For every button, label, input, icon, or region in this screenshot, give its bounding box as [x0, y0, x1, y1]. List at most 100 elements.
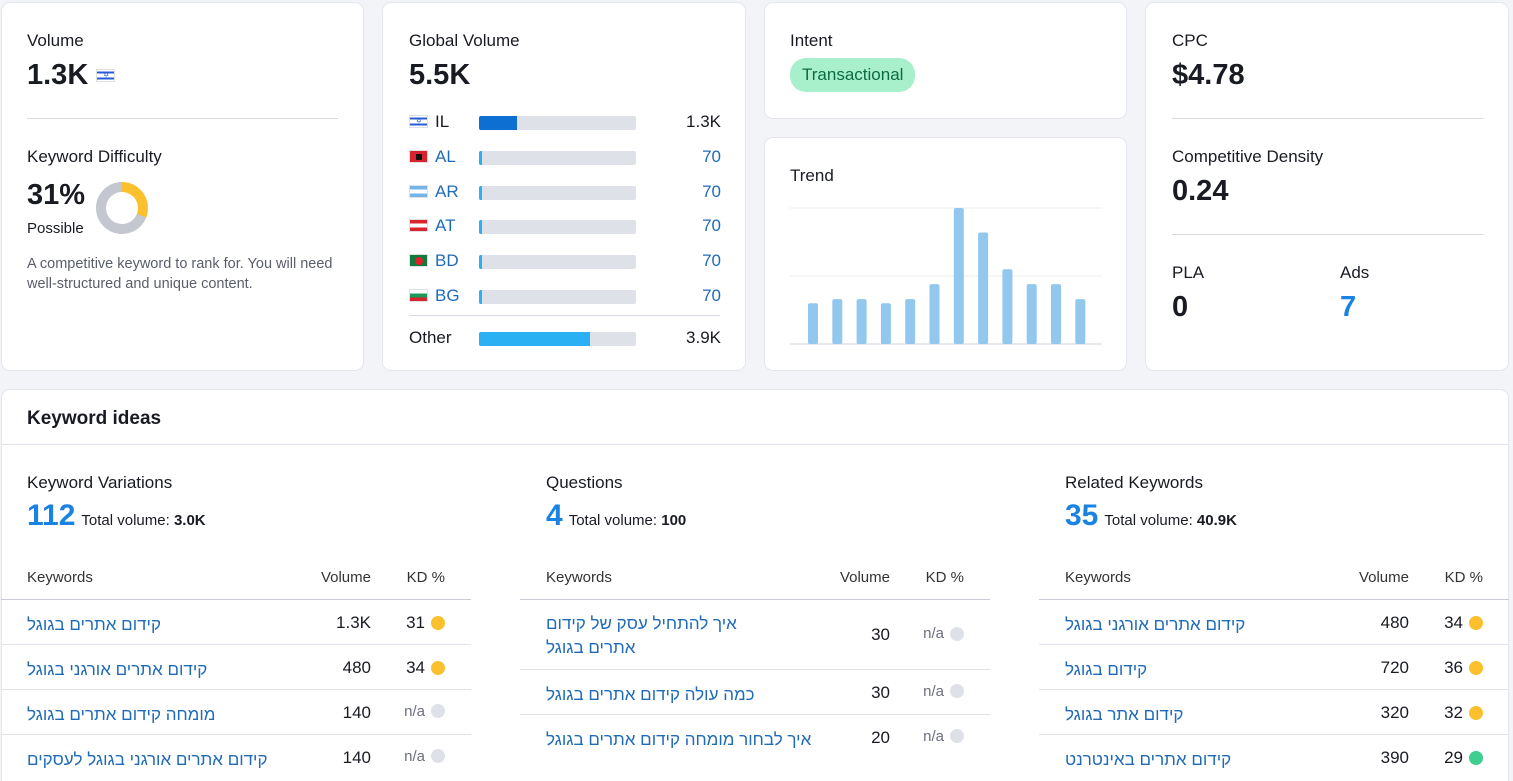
keyword-volume: 1.3K [336, 612, 371, 632]
keyword-link[interactable]: קידום אתר בגוגל [1065, 703, 1395, 727]
keyword-link[interactable]: מומחה קידום אתרים בגוגל [27, 703, 357, 727]
kd-value: 29 [1444, 747, 1463, 767]
country-value[interactable]: 70 [702, 286, 721, 306]
kd-donut-chart [96, 182, 148, 234]
table-row: קידום אתרים אורגני בגוגל 480 34 [1039, 599, 1509, 644]
trend-bar [1002, 269, 1013, 344]
country-code[interactable]: BG [435, 286, 460, 306]
country-code[interactable]: AT [435, 216, 455, 236]
country-code[interactable]: AR [435, 182, 459, 202]
kd-indicator-icon [1469, 750, 1483, 765]
country-value[interactable]: 70 [702, 147, 721, 167]
bd-flag-icon [409, 254, 428, 268]
volume-header: Volume [839, 569, 890, 586]
keyword-ideas-title: Keyword ideas [27, 408, 162, 429]
questions-title: Questions [546, 473, 623, 492]
other-value: 3.9K [686, 328, 721, 347]
keyword-kd: n/a [923, 728, 964, 745]
kd-value: n/a [404, 702, 425, 720]
keyword-link[interactable]: קידום אתרים אורגני בגוגל [27, 658, 357, 682]
keyword-volume: 480 [342, 657, 371, 677]
keyword-kd: 29 [1444, 748, 1483, 768]
keyword-volume: 390 [1380, 747, 1409, 767]
table-row: קידום בגוגל 720 36 [1039, 644, 1509, 689]
keyword-kd: n/a [923, 625, 964, 642]
volume-card: Volume 1.3K Keyword Difficulty 31% Possi… [2, 3, 363, 370]
volume-label: Volume [27, 31, 84, 50]
table-row: קידום אתרים בגוגל 1.3K 31 [1, 599, 471, 644]
kd-header: KD % [406, 569, 445, 586]
kd-indicator-icon [431, 615, 445, 630]
country-code[interactable]: BD [435, 251, 459, 271]
questions-count-value[interactable]: 4 [546, 499, 563, 532]
keyword-link[interactable]: איך להתחיל עסק של קידום אתרים בגוגל [546, 612, 786, 660]
country-bar [479, 290, 636, 304]
global-volume-value: 5.5K [409, 59, 471, 91]
density-label: Competitive Density [1172, 147, 1324, 166]
keyword-link[interactable]: קידום אתרים בגוגל [27, 613, 357, 637]
variations-count[interactable]: 112 Total volume: 3.0K [27, 499, 206, 533]
country-code[interactable]: AL [435, 147, 456, 167]
other-bar [479, 332, 636, 346]
keywords-header: Keywords [1065, 569, 1131, 586]
keyword-link[interactable]: קידום אתרים אורגני בגוגל לעסקים [27, 748, 357, 772]
table-row: קידום אתרים באינטרנט 390 29 [1039, 734, 1509, 779]
trend-bar [905, 299, 916, 344]
at-flag-icon [409, 219, 428, 233]
country-row-il[interactable]: IL 1.3K [409, 112, 721, 132]
cpc-label: CPC [1172, 31, 1208, 50]
country-bar [479, 255, 636, 270]
al-flag-icon [409, 149, 428, 163]
cpc-value: $4.78 [1172, 59, 1245, 91]
country-value[interactable]: 70 [702, 182, 721, 202]
country-row-bg[interactable]: BG 70 [409, 286, 721, 306]
intent-badge: Transactional [790, 58, 916, 92]
kd-header: KD % [925, 569, 964, 586]
country-row-at[interactable]: AT 70 [409, 216, 721, 236]
keyword-kd: n/a [404, 703, 445, 720]
kd-value: 36 [1444, 657, 1463, 677]
country-code: IL [435, 112, 450, 131]
variations-count-value[interactable]: 112 [27, 499, 75, 532]
kd-indicator-icon [950, 684, 964, 698]
country-row-al[interactable]: AL 70 [409, 147, 721, 167]
kd-value: n/a [923, 727, 944, 745]
keyword-link[interactable]: איך לבחור מומחה קידום אתרים בגוגל [546, 728, 876, 752]
total-volume-value: 100 [661, 512, 687, 529]
keyword-link[interactable]: קידום אתרים באינטרנט [1065, 748, 1395, 772]
kd-value: n/a [923, 682, 944, 700]
country-row-ar[interactable]: AR 70 [409, 182, 721, 202]
kd-rating: Possible [27, 220, 84, 237]
related-count-value[interactable]: 35 [1065, 499, 1098, 532]
country-value[interactable]: 70 [702, 216, 721, 236]
country-value[interactable]: 70 [702, 251, 721, 271]
keyword-kd: 34 [406, 658, 445, 678]
kd-header: KD % [1444, 569, 1483, 586]
trend-bar [978, 232, 989, 344]
kd-indicator-icon [950, 626, 964, 641]
keyword-volume: 480 [1380, 612, 1409, 632]
ads-value[interactable]: 7 [1340, 291, 1356, 324]
ads-label: Ads [1340, 263, 1370, 282]
keyword-link[interactable]: קידום אתרים אורגני בגוגל [1065, 613, 1395, 637]
country-row-bd[interactable]: BD 70 [409, 251, 721, 271]
trend-bar [929, 284, 940, 344]
questions-count[interactable]: 4 Total volume: 100 [546, 499, 686, 533]
trend-bar [1026, 284, 1037, 344]
country-row-other: Other 3.9K [409, 328, 721, 348]
total-volume: Total volume: 40.9K [1104, 512, 1237, 529]
kd-value: n/a [404, 747, 425, 765]
related-count[interactable]: 35 Total volume: 40.9K [1065, 499, 1237, 533]
cpc-card: CPC $4.78 Competitive Density 0.24 PLA 0… [1146, 3, 1508, 370]
density-value: 0.24 [1172, 175, 1229, 207]
kd-indicator-icon [950, 729, 964, 743]
global-volume-label: Global Volume [409, 31, 520, 50]
keyword-link[interactable]: כמה עולה קידום אתרים בגוגל [546, 683, 876, 707]
trend-bar [856, 299, 867, 344]
volume-value: 1.3K [27, 59, 89, 91]
global-volume-card: Global Volume 5.5K IL 1.3K AL 70 AR 70 AT 70 BD 7… [383, 3, 745, 370]
kd-indicator-icon [1469, 660, 1483, 675]
keyword-link[interactable]: קידום בגוגל [1065, 658, 1395, 682]
keyword-volume: 140 [342, 747, 371, 767]
kd-indicator-icon [431, 749, 445, 763]
